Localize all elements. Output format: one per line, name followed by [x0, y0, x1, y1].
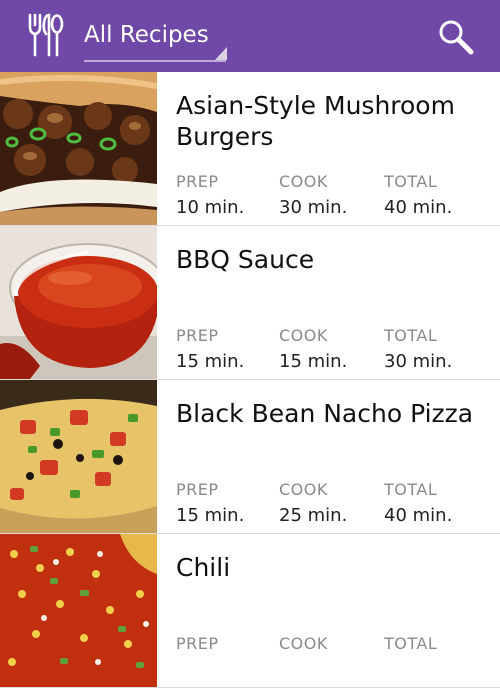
prep-time: PREP 15 min. — [176, 480, 244, 526]
cook-label: COOK — [279, 480, 328, 499]
action-bar: All Recipes — [0, 0, 500, 72]
total-label: TOTAL — [384, 172, 438, 191]
dropdown-underline — [84, 60, 226, 62]
cook-label: COOK — [279, 172, 328, 191]
cook-time: COOK — [279, 634, 328, 659]
total-time: TOTAL — [384, 634, 437, 659]
prep-label: PREP — [176, 480, 219, 499]
nacho-pizza-photo — [0, 380, 157, 533]
total-time: TOTAL 30 min. — [384, 326, 452, 372]
prep-time: PREP — [176, 634, 219, 659]
dropdown-arrow-icon — [215, 47, 227, 60]
recipe-list: Asian-Style Mushroom Burgers PREP 10 min… — [0, 72, 500, 688]
prep-value: 15 min. — [176, 351, 245, 372]
cook-value: 15 min. — [279, 351, 348, 372]
prep-value: 10 min. — [176, 197, 245, 218]
bbq-sauce-bowl-photo — [0, 226, 157, 379]
mushroom-burger-photo — [0, 72, 157, 225]
recipe-list-item[interactable]: Chili PREP COOK TOTAL — [0, 534, 500, 688]
prep-time: PREP 10 min. — [176, 172, 244, 218]
total-label: TOTAL — [384, 480, 438, 499]
total-value: 30 min. — [384, 351, 453, 372]
recipe-list-item[interactable]: BBQ Sauce PREP 15 min. COOK 15 min. TOTA… — [0, 226, 500, 380]
cook-label: COOK — [279, 634, 328, 653]
filter-label: All Recipes — [84, 22, 209, 48]
total-label: TOTAL — [384, 326, 438, 345]
total-value: 40 min. — [384, 505, 453, 526]
total-value: 40 min. — [384, 197, 453, 218]
cook-value: 25 min. — [279, 505, 348, 526]
recipe-list-item[interactable]: Asian-Style Mushroom Burgers PREP 10 min… — [0, 72, 500, 226]
recipe-title: Chili — [176, 553, 231, 582]
total-time: TOTAL 40 min. — [384, 172, 452, 218]
recipe-list-item[interactable]: Black Bean Nacho Pizza PREP 15 min. COOK… — [0, 380, 500, 534]
cook-time: COOK 25 min. — [279, 480, 347, 526]
cook-value: 30 min. — [279, 197, 348, 218]
search-icon[interactable] — [436, 18, 476, 56]
prep-time: PREP 15 min. — [176, 326, 244, 372]
prep-value: 15 min. — [176, 505, 245, 526]
cook-time: COOK 15 min. — [279, 326, 347, 372]
cook-label: COOK — [279, 326, 328, 345]
recipe-title: Asian-Style Mushroom Burgers — [176, 91, 455, 151]
prep-label: PREP — [176, 634, 219, 653]
recipe-title: Black Bean Nacho Pizza — [176, 399, 474, 428]
prep-label: PREP — [176, 172, 219, 191]
recipe-title: BBQ Sauce — [176, 245, 315, 274]
fork-knife-spoon-icon[interactable] — [26, 12, 64, 58]
total-label: TOTAL — [384, 634, 438, 653]
cook-time: COOK 30 min. — [279, 172, 347, 218]
total-time: TOTAL 40 min. — [384, 480, 452, 526]
prep-label: PREP — [176, 326, 219, 345]
chili-photo — [0, 534, 157, 687]
